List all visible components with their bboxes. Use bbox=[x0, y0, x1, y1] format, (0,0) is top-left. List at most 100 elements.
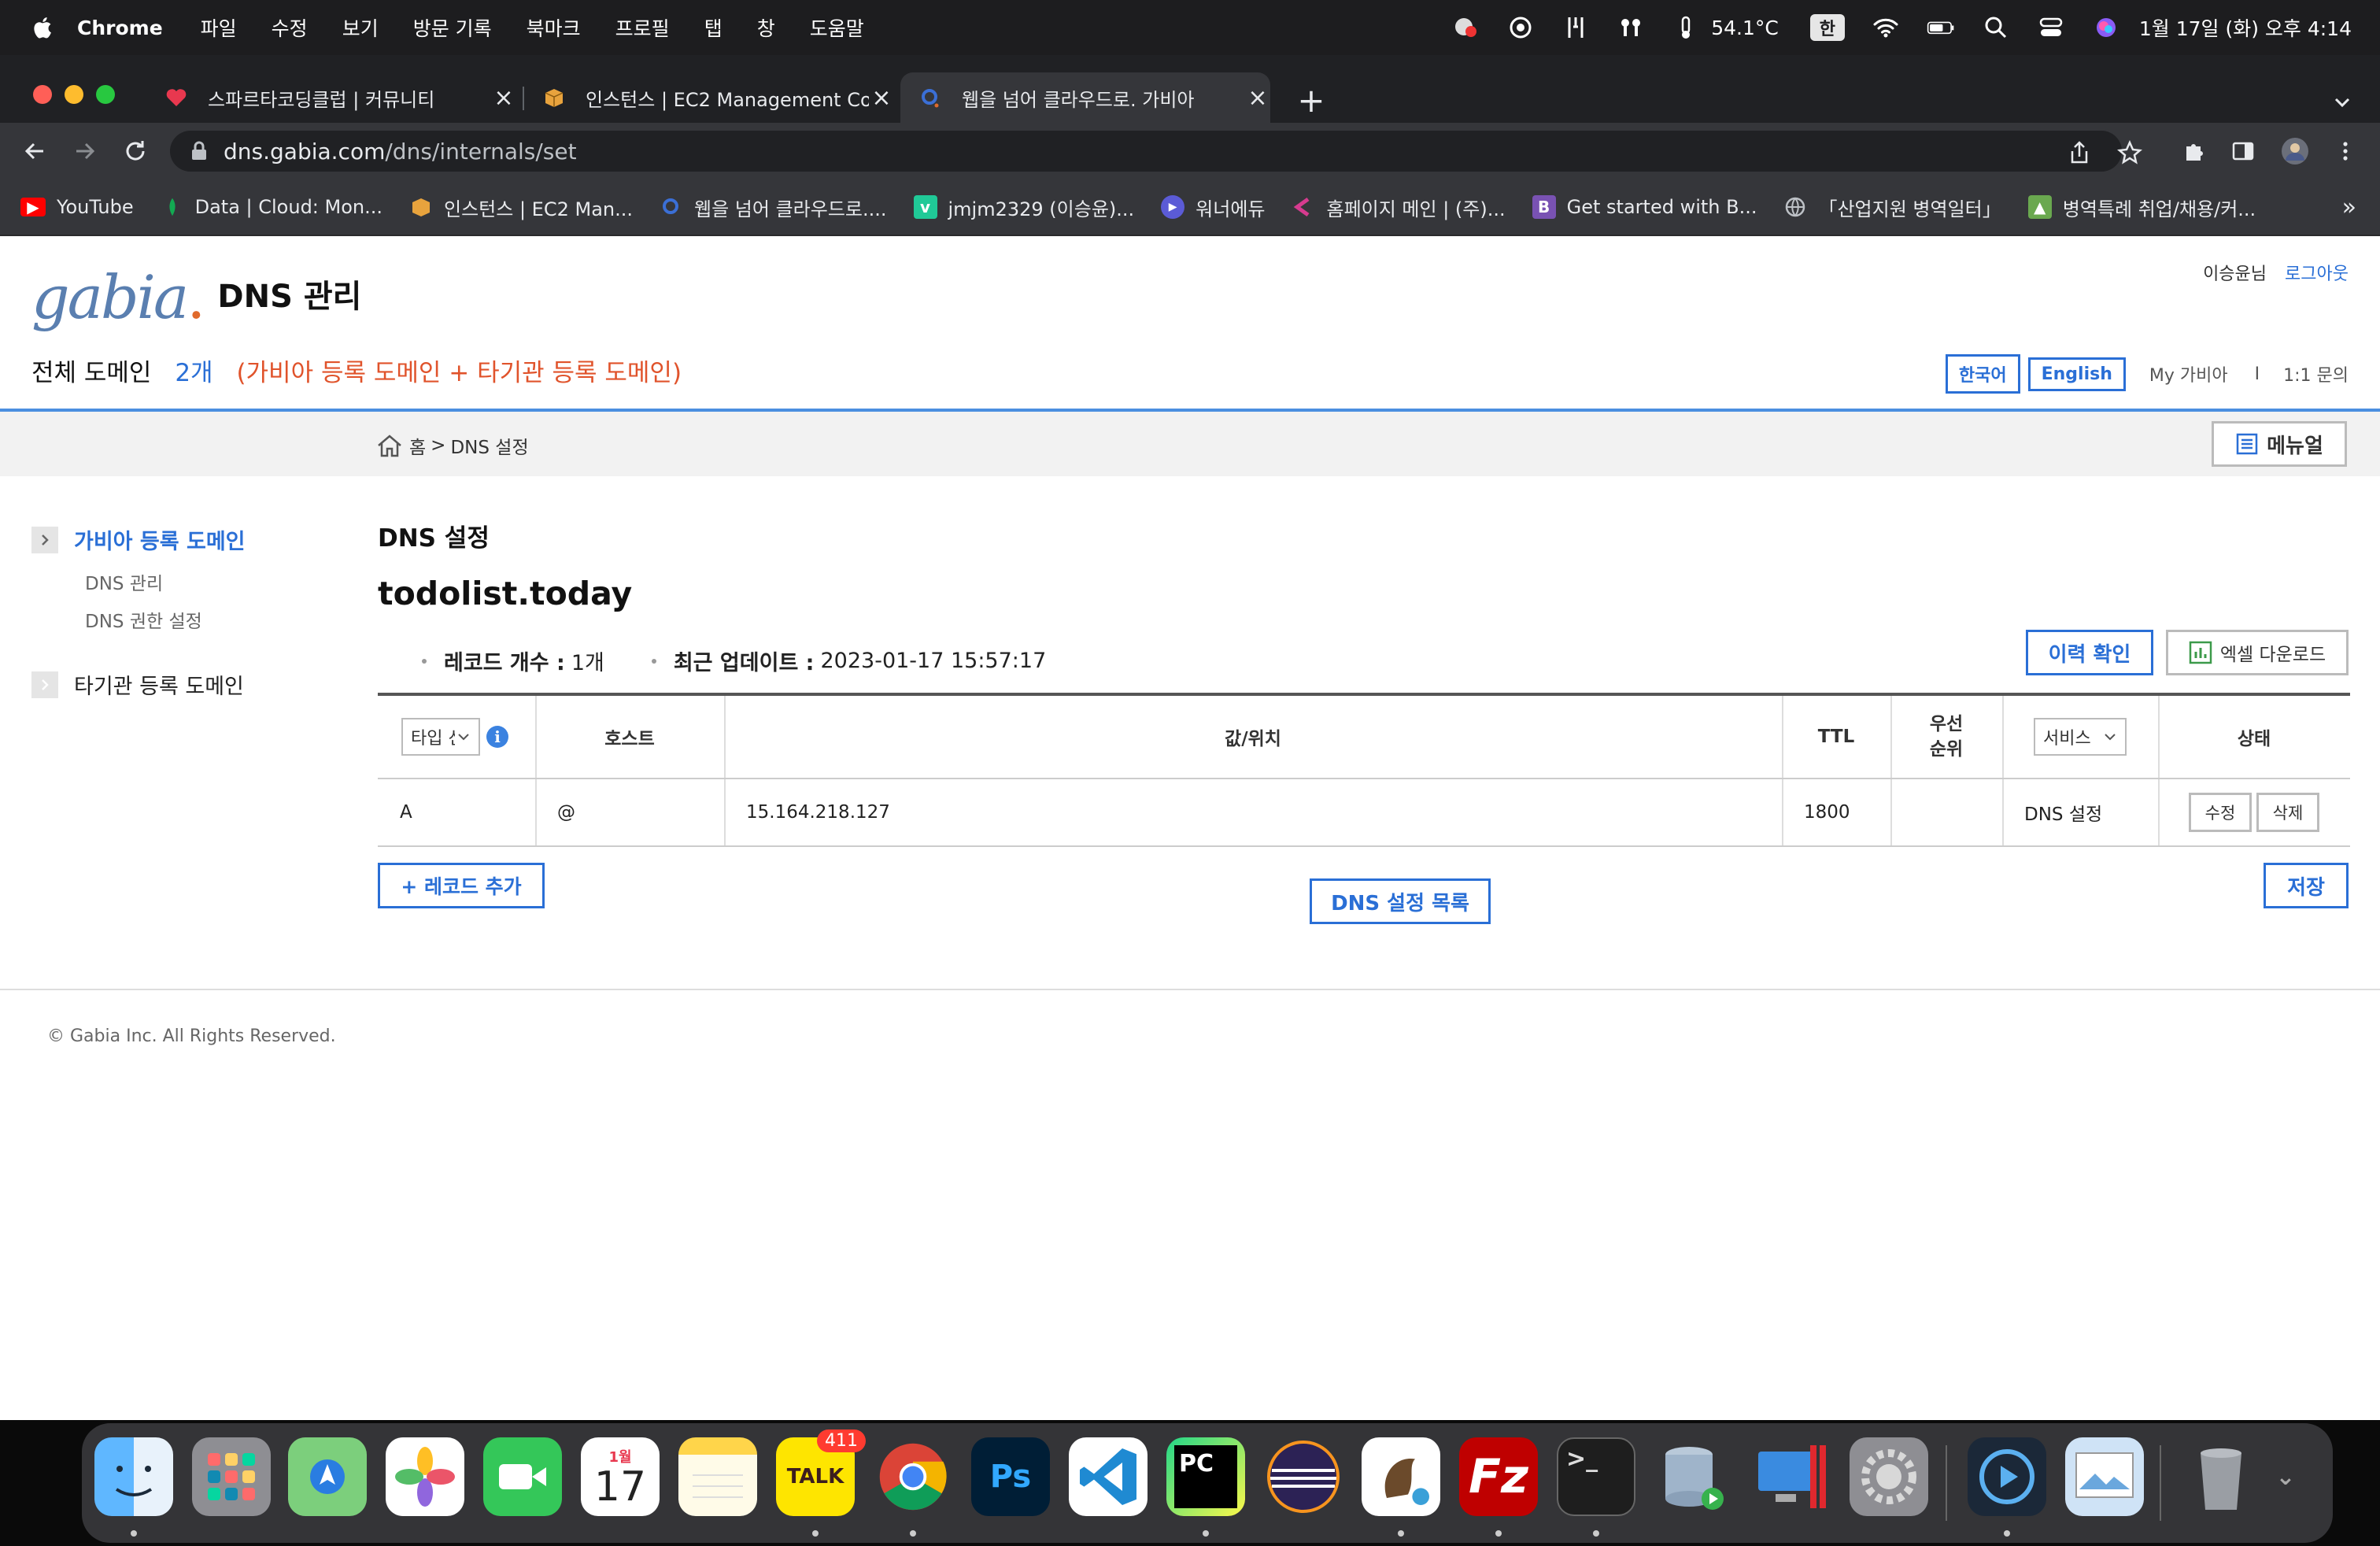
close-window-button[interactable] bbox=[33, 85, 52, 104]
tools-status-icon[interactable] bbox=[1561, 13, 1590, 42]
airpods-icon[interactable] bbox=[1617, 13, 1645, 42]
dns-list-button[interactable]: DNS 설정 목록 bbox=[1310, 878, 1491, 924]
gabia-logo[interactable]: gabia . DNS 관리 bbox=[31, 268, 361, 327]
menu-bookmarks[interactable]: 북마크 bbox=[527, 13, 581, 42]
menu-view[interactable]: 보기 bbox=[342, 13, 379, 42]
sidebar-section-gabia-domains[interactable]: 가비아 등록 도메인 bbox=[31, 524, 246, 555]
domain-count[interactable]: 2개 bbox=[175, 359, 213, 387]
breadcrumb-home[interactable]: 홈 bbox=[409, 432, 426, 459]
siri-icon[interactable] bbox=[2092, 13, 2120, 42]
bookmark-job-board[interactable]: ▲ 병역특례 취업/채용/커... bbox=[2027, 194, 2256, 221]
excel-download-button[interactable]: 엑셀 다운로드 bbox=[2166, 630, 2349, 675]
history-button[interactable]: 이력 확인 bbox=[2026, 630, 2153, 675]
back-button[interactable] bbox=[17, 134, 52, 168]
save-button[interactable]: 저장 bbox=[2264, 863, 2349, 908]
sidebar-section-other-domains[interactable]: 타기관 등록 도메인 bbox=[31, 669, 244, 700]
bookmark-wannaedu[interactable]: ▶ 워너에듀 bbox=[1161, 194, 1265, 221]
thermometer-icon[interactable] bbox=[1672, 13, 1700, 42]
manual-button[interactable]: 메뉴얼 bbox=[2212, 421, 2347, 467]
all-domains-label[interactable]: 전체 도메인 bbox=[31, 359, 151, 387]
service-select[interactable]: 서비스 bbox=[2034, 718, 2127, 756]
bookmark-homepage[interactable]: 홈페이지 메인 | (주)... bbox=[1292, 194, 1506, 221]
pycharm-icon[interactable]: PC bbox=[1166, 1437, 1245, 1516]
apple-icon[interactable] bbox=[31, 16, 52, 39]
bookmark-gabia[interactable]: 웹을 넘어 클라우드로.... bbox=[660, 194, 887, 221]
datetime-clock[interactable]: 1월 17일 (화) 오후 4:14 bbox=[2139, 13, 2352, 42]
english-language-button[interactable]: English bbox=[2027, 357, 2126, 391]
calendar-icon[interactable]: 1월 17 bbox=[581, 1437, 660, 1516]
minimize-window-button[interactable] bbox=[65, 85, 83, 104]
menu-window[interactable]: 창 bbox=[757, 13, 775, 42]
reload-button[interactable] bbox=[118, 134, 153, 168]
bookmark-star-icon[interactable] bbox=[2117, 140, 2142, 165]
trash-icon[interactable] bbox=[2182, 1437, 2260, 1516]
close-tab-icon[interactable]: × bbox=[869, 84, 894, 112]
menu-profiles[interactable]: 프로필 bbox=[615, 13, 670, 42]
lock-icon[interactable] bbox=[190, 141, 208, 161]
new-tab-button[interactable]: + bbox=[1297, 84, 1325, 117]
quicktime-icon[interactable] bbox=[1968, 1437, 2046, 1516]
finder-icon[interactable] bbox=[94, 1437, 173, 1516]
menu-help[interactable]: 도움말 bbox=[810, 13, 864, 42]
address-bar[interactable]: dns.gabia.com/dns/internals/set bbox=[170, 131, 2122, 172]
bookmark-mongodb[interactable]: Data | Cloud: Mon... bbox=[161, 195, 382, 219]
system-preferences-gear-icon[interactable] bbox=[1850, 1437, 1928, 1516]
edit-record-button[interactable]: 수정 bbox=[2189, 793, 2252, 832]
vscode-icon[interactable] bbox=[1069, 1437, 1148, 1516]
bookmark-youtube[interactable]: ▶ YouTube bbox=[20, 196, 134, 218]
control-center-icon[interactable] bbox=[2037, 13, 2065, 42]
info-icon[interactable]: i bbox=[486, 726, 508, 748]
type-select[interactable]: 타입 선택 bbox=[401, 718, 480, 756]
input-source-indicator[interactable]: 한 bbox=[1809, 14, 1845, 41]
tab-sparta[interactable]: 스파르타코딩클럽 | 커뮤니티 × bbox=[146, 72, 516, 123]
eclipse-icon[interactable] bbox=[1264, 1437, 1343, 1516]
profile-avatar-button[interactable] bbox=[2281, 137, 2309, 165]
tab-search-chevron-icon[interactable] bbox=[2331, 91, 2353, 113]
parallels-icon[interactable] bbox=[1752, 1437, 1831, 1516]
korean-language-button[interactable]: 한국어 bbox=[1945, 354, 2020, 394]
add-record-button[interactable]: + 레코드 추가 bbox=[378, 863, 545, 908]
preview-icon[interactable] bbox=[2065, 1437, 2144, 1516]
close-tab-icon[interactable]: × bbox=[1245, 84, 1270, 112]
temperature-readout[interactable]: 54.1°C bbox=[1711, 17, 1779, 39]
menu-tab[interactable]: 탭 bbox=[704, 13, 722, 42]
terminal-icon[interactable]: >_ bbox=[1557, 1437, 1635, 1516]
bookmark-bootstrap[interactable]: B Get started with B... bbox=[1532, 195, 1757, 219]
filezilla-icon[interactable]: Fz bbox=[1459, 1437, 1538, 1516]
facetime-icon[interactable] bbox=[483, 1437, 562, 1516]
bookmark-ec2[interactable]: 인스턴스 | EC2 Man... bbox=[409, 194, 633, 221]
close-tab-icon[interactable]: × bbox=[491, 84, 516, 112]
fullscreen-window-button[interactable] bbox=[96, 85, 115, 104]
sidebar-item-dns-management[interactable]: DNS 관리 bbox=[85, 568, 163, 595]
menu-history[interactable]: 방문 기록 bbox=[413, 13, 492, 42]
notes-icon[interactable] bbox=[678, 1437, 757, 1516]
spotlight-search-icon[interactable] bbox=[1982, 13, 2010, 42]
menu-app-chrome[interactable]: Chrome bbox=[77, 17, 163, 39]
my-gabia-link[interactable]: My 가비아 bbox=[2149, 361, 2228, 386]
battery-icon[interactable] bbox=[1927, 13, 1955, 42]
tab-gabia-active[interactable]: 웹을 넘어 클라우드로. 가비아 × bbox=[900, 72, 1270, 123]
url-text[interactable]: dns.gabia.com/dns/internals/set bbox=[224, 139, 577, 165]
logout-link[interactable]: 로그아웃 bbox=[2285, 264, 2349, 284]
bookmark-military-job[interactable]: 「산업지원 병역일터」 bbox=[1783, 194, 2001, 221]
chrome-icon[interactable] bbox=[874, 1437, 952, 1516]
extensions-button[interactable] bbox=[2180, 137, 2208, 165]
chrome-menu-button[interactable] bbox=[2331, 137, 2360, 165]
sequel-database-icon[interactable] bbox=[1654, 1437, 1733, 1516]
inquiry-link[interactable]: 1:1 문의 bbox=[2283, 361, 2349, 386]
bookmarks-overflow-chevron-icon[interactable]: » bbox=[2342, 194, 2356, 221]
wifi-icon[interactable] bbox=[1872, 13, 1900, 42]
kakaotalk-icon[interactable]: TALK 411 bbox=[776, 1429, 866, 1516]
launchpad-icon[interactable] bbox=[192, 1437, 271, 1516]
share-icon[interactable] bbox=[2067, 140, 2092, 165]
bookmark-velog[interactable]: v jmjm2329 (이승윤)... bbox=[913, 194, 1134, 221]
menu-file[interactable]: 파일 bbox=[201, 13, 237, 42]
tab-ec2[interactable]: 인스턴스 | EC2 Management Cor × bbox=[524, 72, 894, 123]
sidebar-item-dns-permissions[interactable]: DNS 권한 설정 bbox=[85, 606, 202, 633]
maps-icon[interactable] bbox=[288, 1437, 367, 1516]
wechat-status-icon[interactable] bbox=[1451, 13, 1480, 42]
photos-icon[interactable] bbox=[386, 1437, 464, 1516]
menu-edit[interactable]: 수정 bbox=[272, 13, 308, 42]
side-panel-button[interactable] bbox=[2229, 137, 2257, 165]
forward-button[interactable] bbox=[68, 134, 102, 168]
